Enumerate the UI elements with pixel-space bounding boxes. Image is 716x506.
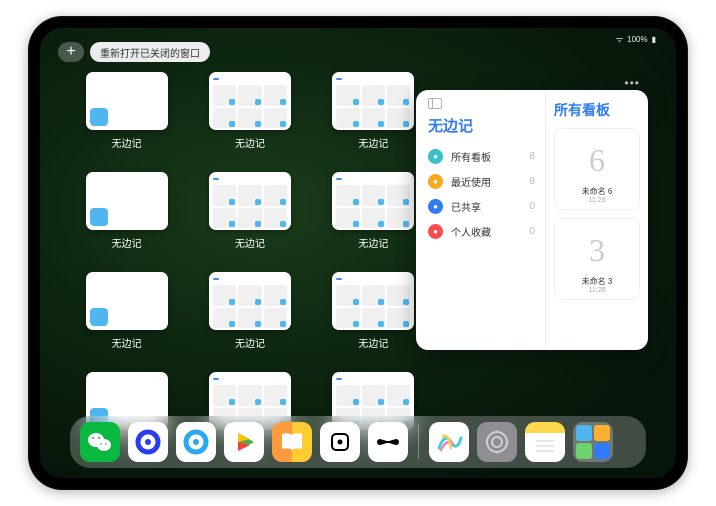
app-thumbnail — [209, 72, 291, 130]
category-count: 8 — [529, 151, 535, 162]
wifi-icon: ᯤ — [616, 34, 623, 45]
dock-play[interactable] — [224, 422, 264, 462]
board-sketch: 6 — [560, 134, 634, 186]
dock-separator — [418, 425, 419, 459]
category-icon: ● — [428, 149, 443, 164]
app-tile[interactable]: 无边记 — [203, 72, 296, 150]
app-tile[interactable]: 无边记 — [327, 272, 420, 350]
app-tile-label: 无边记 — [358, 235, 388, 250]
app-thumbnail — [86, 272, 168, 330]
dock-wechat[interactable] — [80, 422, 120, 462]
popup-category-row[interactable]: ● 所有看板 8 — [428, 144, 535, 169]
dock-quark-2[interactable] — [176, 422, 216, 462]
popup-right-title: 所有看板 — [554, 100, 640, 120]
popup-title: 无边记 — [428, 115, 535, 136]
dock — [70, 416, 646, 468]
app-thumbnail — [86, 72, 168, 130]
app-tile-label: 无边记 — [235, 235, 265, 250]
app-tile-label: 无边记 — [112, 335, 142, 350]
freeform-popup[interactable]: ••• 无边记 ● 所有看板 8● 最近使用 8● 已共享 0● 个人收藏 0 … — [416, 90, 648, 350]
dock-app-library[interactable] — [573, 422, 613, 462]
board-label: 未命名 3 — [582, 276, 613, 287]
popup-sidebar: 无边记 ● 所有看板 8● 最近使用 8● 已共享 0● 个人收藏 0 — [416, 90, 546, 350]
popup-category-row[interactable]: ● 个人收藏 0 — [428, 219, 535, 244]
category-count: 8 — [529, 176, 535, 187]
battery-icon: ▮ — [652, 35, 656, 44]
app-switcher-grid: 无边记无边记无边记无边记无边记无边记无边记无边记无边记无边记无边记无边记 — [80, 72, 420, 450]
category-icon: ● — [428, 199, 443, 214]
category-label: 最近使用 — [451, 174, 491, 189]
popup-category-row[interactable]: ● 最近使用 8 — [428, 169, 535, 194]
dock-graph[interactable] — [368, 422, 408, 462]
category-label: 所有看板 — [451, 149, 491, 164]
category-count: 0 — [529, 201, 535, 212]
dock-app-box[interactable] — [320, 422, 360, 462]
board-timestamp: 11:26 — [589, 287, 606, 294]
app-tile[interactable]: 无边记 — [327, 172, 420, 250]
popup-boards: 所有看板 6 未命名 6 11:263 未命名 3 11:26 — [546, 90, 648, 350]
category-count: 0 — [529, 226, 535, 237]
app-tile-label: 无边记 — [112, 135, 142, 150]
app-tile[interactable]: 无边记 — [327, 72, 420, 150]
sidebar-icon[interactable] — [428, 98, 442, 109]
reopen-closed-window-button[interactable]: 重新打开已关闭的窗口 — [90, 42, 210, 62]
app-thumbnail — [86, 172, 168, 230]
app-tile[interactable]: 无边记 — [203, 172, 296, 250]
app-tile-label: 无边记 — [235, 135, 265, 150]
app-tile-label: 无边记 — [358, 335, 388, 350]
popup-category-row[interactable]: ● 已共享 0 — [428, 194, 535, 219]
app-thumbnail — [332, 72, 414, 130]
app-thumbnail — [209, 272, 291, 330]
battery-text: 100% — [627, 35, 647, 44]
board-sketch: 3 — [560, 224, 634, 276]
board-label: 未命名 6 — [582, 186, 613, 197]
plus-icon: + — [66, 43, 75, 61]
category-icon: ● — [428, 174, 443, 189]
board-card[interactable]: 3 未命名 3 11:26 — [554, 218, 640, 300]
screen: ᯤ 100% ▮ + 重新打开已关闭的窗口 无边记无边记无边记无边记无边记无边记… — [40, 28, 676, 478]
app-tile[interactable]: 无边记 — [203, 272, 296, 350]
dock-quark-1[interactable] — [128, 422, 168, 462]
status-bar: ᯤ 100% ▮ — [616, 34, 656, 45]
more-icon[interactable]: ••• — [624, 76, 640, 90]
app-tile[interactable]: 无边记 — [80, 72, 173, 150]
board-timestamp: 11:26 — [589, 197, 606, 204]
app-tile[interactable]: 无边记 — [80, 272, 173, 350]
category-label: 个人收藏 — [451, 224, 491, 239]
app-tile-label: 无边记 — [112, 235, 142, 250]
top-left-controls: + 重新打开已关闭的窗口 — [58, 42, 210, 62]
app-thumbnail — [332, 272, 414, 330]
category-label: 已共享 — [451, 199, 481, 214]
dock-books[interactable] — [272, 422, 312, 462]
dock-settings[interactable] — [477, 422, 517, 462]
dock-freeform[interactable] — [429, 422, 469, 462]
app-thumbnail — [332, 172, 414, 230]
board-card[interactable]: 6 未命名 6 11:26 — [554, 128, 640, 210]
dock-notes[interactable] — [525, 422, 565, 462]
app-thumbnail — [209, 172, 291, 230]
app-tile-label: 无边记 — [358, 135, 388, 150]
category-icon: ● — [428, 224, 443, 239]
app-tile[interactable]: 无边记 — [80, 172, 173, 250]
reopen-label: 重新打开已关闭的窗口 — [100, 45, 200, 60]
new-window-button[interactable]: + — [58, 42, 84, 62]
ipad-frame: ᯤ 100% ▮ + 重新打开已关闭的窗口 无边记无边记无边记无边记无边记无边记… — [28, 16, 688, 490]
app-tile-label: 无边记 — [235, 335, 265, 350]
